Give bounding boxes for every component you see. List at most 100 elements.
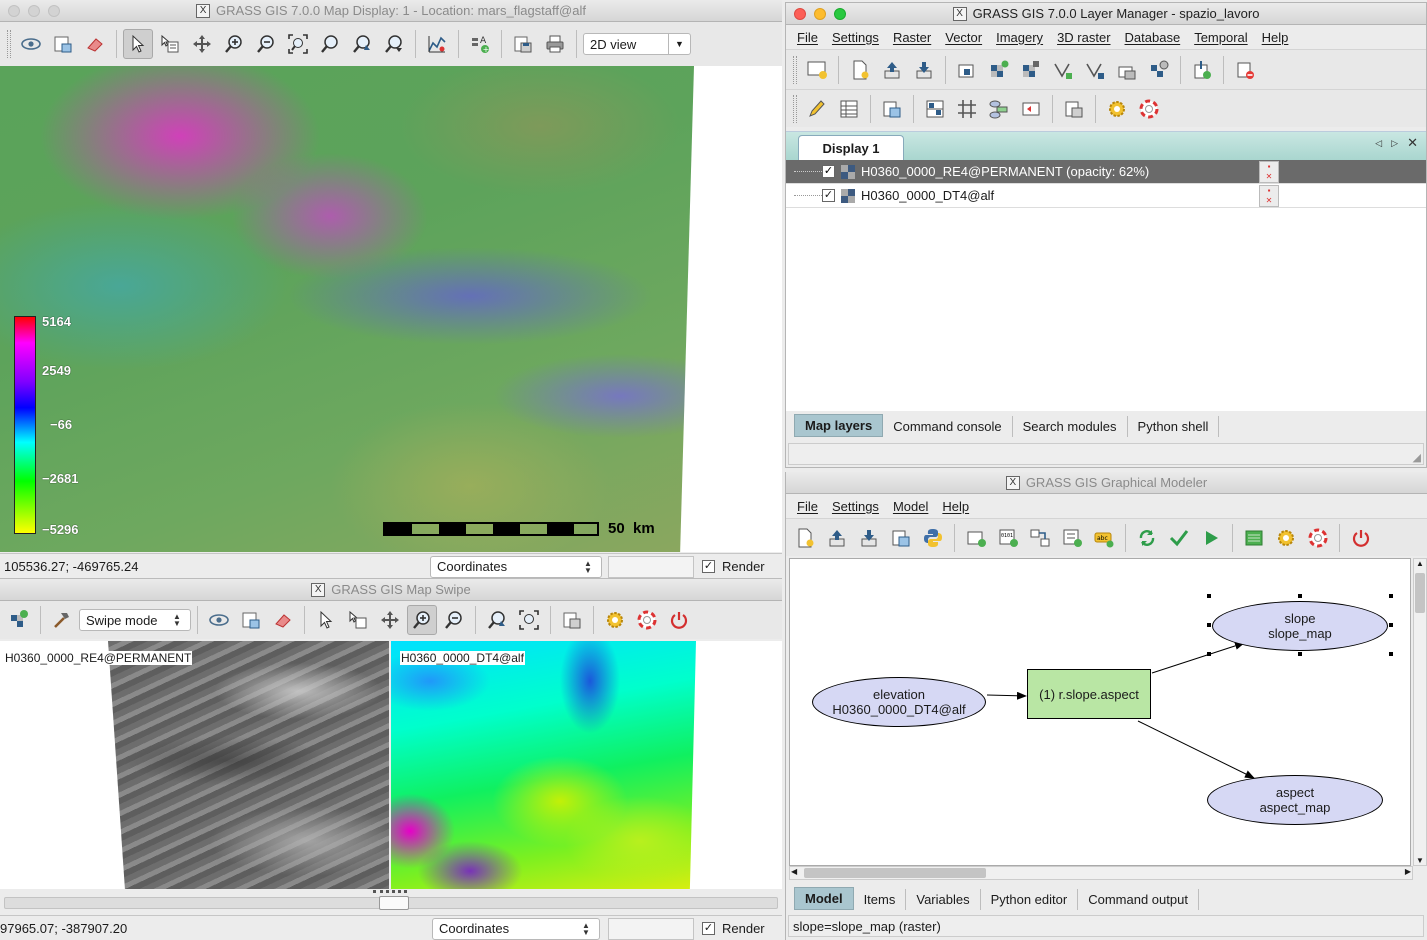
export-python-icon[interactable] — [918, 523, 948, 553]
render-map-icon[interactable] — [204, 605, 234, 635]
render-checkbox[interactable]: ✓ — [702, 922, 715, 935]
close-window-icon[interactable] — [794, 8, 806, 20]
statusbar-mode-select[interactable]: Coordinates ▲ ▼ — [430, 555, 602, 578]
menu-file[interactable]: File — [790, 499, 825, 514]
menu-settings[interactable]: Settings — [825, 30, 886, 45]
swipe-mode-select[interactable]: Swipe mode ▲ ▼ — [79, 609, 191, 631]
swipe-slider-handle[interactable] — [379, 896, 409, 910]
redraw-icon[interactable] — [1132, 523, 1162, 553]
tools-icon[interactable] — [47, 605, 77, 635]
add-overlay-icon[interactable] — [1144, 55, 1174, 85]
zoom-back-icon[interactable] — [347, 29, 377, 59]
import-icon[interactable] — [1187, 55, 1217, 85]
layer-row[interactable]: ✓ H0360_0000_RE4@PERMANENT (opacity: 62%… — [786, 160, 1426, 184]
swipe-slider[interactable] — [4, 890, 778, 910]
zoom-in-icon[interactable] — [407, 605, 437, 635]
redraw-icon[interactable] — [236, 605, 266, 635]
tab-prev-icon[interactable]: ◁ — [1375, 138, 1382, 149]
grid-icon[interactable] — [952, 94, 982, 124]
menu-temporal[interactable]: Temporal — [1187, 30, 1254, 45]
tab-variables[interactable]: Variables — [906, 889, 981, 910]
run-play-icon[interactable] — [1196, 523, 1226, 553]
add-vector-icon[interactable] — [1048, 55, 1078, 85]
query-icon[interactable] — [343, 605, 373, 635]
minimize-window-icon[interactable] — [28, 5, 40, 17]
statusbar-mode-select[interactable]: Coordinates ▲ ▼ — [432, 917, 600, 940]
export-image-icon[interactable] — [886, 523, 916, 553]
menu-settings[interactable]: Settings — [825, 499, 886, 514]
layer-row[interactable]: ✓ H0360_0000_DT4@alf ▪ ✕ — [786, 184, 1426, 208]
display-map-icon[interactable] — [16, 29, 46, 59]
layer-visibility-checkbox[interactable]: ✓ — [822, 189, 835, 202]
minimize-window-icon[interactable] — [814, 8, 826, 20]
model-canvas[interactable]: elevation H0360_0000_DT4@alf (1) r.slope… — [789, 558, 1411, 866]
add-data-icon[interactable]: 0101 — [993, 523, 1023, 553]
new-model-icon[interactable] — [790, 523, 820, 553]
quit-power-icon[interactable] — [1346, 523, 1376, 553]
save-display-icon[interactable] — [508, 29, 538, 59]
tab-command-console[interactable]: Command console — [883, 416, 1013, 437]
tab-display-1[interactable]: Display 1 — [798, 135, 904, 160]
pan-icon[interactable] — [187, 29, 217, 59]
vertical-scroll-thumb[interactable] — [1415, 573, 1425, 613]
animation-tool-icon[interactable] — [1059, 94, 1089, 124]
horizontal-scrollbar[interactable]: ◀ ▶ — [789, 866, 1413, 880]
menu-help[interactable]: Help — [1255, 30, 1296, 45]
zoom-extent-icon[interactable] — [283, 29, 313, 59]
map-swipe-icon[interactable] — [1016, 94, 1046, 124]
add-map-layers-icon[interactable] — [952, 55, 982, 85]
elevation-data-node[interactable]: elevation H0360_0000_DT4@alf — [812, 677, 986, 727]
map-canvas[interactable]: 5164 2549 −66 −2681 −5296 50 km — [0, 66, 782, 552]
r-slope-aspect-action-node[interactable]: (1) r.slope.aspect — [1027, 669, 1151, 719]
tab-search-modules[interactable]: Search modules — [1013, 416, 1128, 437]
model-variables-icon[interactable] — [1239, 523, 1269, 553]
pointer-icon[interactable] — [123, 29, 153, 59]
menu-3d-raster[interactable]: 3D raster — [1050, 30, 1117, 45]
select-layers-icon[interactable] — [4, 605, 34, 635]
zoom-in-icon[interactable] — [219, 29, 249, 59]
edit-vector-icon[interactable] — [802, 94, 832, 124]
tab-map-layers[interactable]: Map layers — [794, 414, 884, 437]
menu-help[interactable]: Help — [935, 499, 976, 514]
tab-python-shell[interactable]: Python shell — [1128, 416, 1220, 437]
add-comment-icon[interactable]: abc — [1089, 523, 1119, 553]
add-raster-misc-icon[interactable] — [1016, 55, 1046, 85]
settings-gear-icon[interactable] — [600, 605, 630, 635]
zoom-out-icon[interactable] — [251, 29, 281, 59]
pointer-icon[interactable] — [311, 605, 341, 635]
new-display-icon[interactable] — [802, 55, 832, 85]
layer-properties-button[interactable]: ▪ ✕ — [1259, 160, 1279, 183]
menu-imagery[interactable]: Imagery — [989, 30, 1050, 45]
help-lifebuoy-icon[interactable] — [1134, 94, 1164, 124]
menu-file[interactable]: File — [790, 30, 825, 45]
save-display-icon[interactable] — [557, 605, 587, 635]
menu-model[interactable]: Model — [886, 499, 935, 514]
menu-raster[interactable]: Raster — [886, 30, 938, 45]
erase-display-icon[interactable] — [268, 605, 298, 635]
tab-command-output[interactable]: Command output — [1078, 889, 1199, 910]
render-map-icon[interactable] — [48, 29, 78, 59]
add-vector-misc-icon[interactable] — [1080, 55, 1110, 85]
view-mode-select[interactable]: 2D view ▼ — [583, 33, 691, 55]
quit-power-icon[interactable] — [664, 605, 694, 635]
help-lifebuoy-icon[interactable] — [1303, 523, 1333, 553]
open-workspace-icon[interactable] — [877, 55, 907, 85]
print-icon[interactable] — [540, 29, 570, 59]
add-command-icon[interactable] — [961, 523, 991, 553]
add-overlay-icon[interactable]: A + — [465, 29, 495, 59]
add-relation-icon[interactable] — [1025, 523, 1055, 553]
settings-gear-icon[interactable] — [1102, 94, 1132, 124]
zoom-back-icon[interactable] — [482, 605, 512, 635]
pan-icon[interactable] — [375, 605, 405, 635]
menu-vector[interactable]: Vector — [938, 30, 989, 45]
add-loop-icon[interactable] — [1057, 523, 1087, 553]
attribute-table-icon[interactable] — [834, 94, 864, 124]
zoom-out-icon[interactable] — [439, 605, 469, 635]
georectify-icon[interactable] — [920, 94, 950, 124]
tab-model[interactable]: Model — [794, 887, 854, 910]
swipe-canvas[interactable]: H0360_0000_RE4@PERMANENT H0360_0000_DT4@… — [0, 641, 782, 889]
query-icon[interactable] — [155, 29, 185, 59]
tab-close-icon[interactable]: ✕ — [1407, 135, 1418, 151]
zoom-window-icon[interactable] — [834, 8, 846, 20]
menu-database[interactable]: Database — [1118, 30, 1188, 45]
